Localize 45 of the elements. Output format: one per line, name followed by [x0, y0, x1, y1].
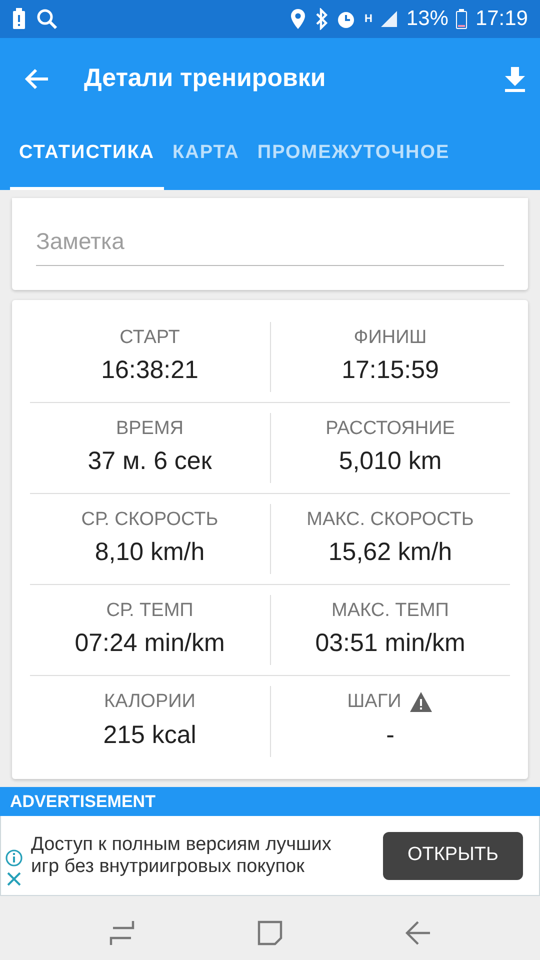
stat-value: 16:38:21 [101, 355, 198, 386]
network-type-label: H [364, 12, 372, 27]
note-card[interactable]: Заметка [12, 198, 528, 290]
stat-label: ФИНИШ [354, 326, 427, 350]
stat-value: 15,62 km/h [328, 537, 452, 568]
ad-text: Доступ к полным версиям лучших игр без внутриигровых покупок [31, 834, 332, 878]
stat-label: СР. СКОРОСТЬ [81, 508, 218, 532]
battery-percent: 13% [406, 6, 448, 32]
stat-value: 8,10 km/h [94, 537, 205, 568]
tab[interactable]: СТАТИСТИКА [10, 120, 164, 190]
recent-apps-icon[interactable] [109, 920, 135, 946]
stat-value: 03:51 min/km [315, 628, 466, 659]
stat-label: ШАГИ [347, 690, 402, 714]
stat-label: ВРЕМЯ [116, 416, 184, 440]
signal-icon [380, 10, 398, 28]
search-icon [36, 8, 58, 30]
stat-label: МАКС. ТЕМП [332, 598, 449, 622]
back-arrow-icon[interactable] [24, 67, 50, 91]
stat-label: МАКС. СКОРОСТЬ [306, 508, 474, 532]
status-time: 17:19 [475, 6, 528, 32]
stat-label: СТАРТ [120, 326, 180, 350]
download-icon[interactable] [504, 66, 526, 92]
bluetooth-icon [314, 8, 328, 30]
battery-icon [456, 9, 468, 29]
ad-header: ADVERTISEMENT [0, 786, 540, 816]
stat-value: 37 м. 6 сек [88, 446, 212, 477]
stat-value: 215 kcal [103, 720, 196, 750]
battery-alert-icon [12, 8, 26, 30]
stat-label: КАЛОРИИ [104, 690, 196, 714]
stat-value: - [386, 720, 394, 750]
alarm-icon [336, 9, 356, 29]
stat-value: 17:15:59 [342, 355, 439, 386]
screen-title: Детали тренировки [84, 63, 327, 94]
back-icon[interactable] [405, 920, 431, 946]
stat-label: РАССТОЯНИЕ [326, 416, 455, 440]
home-icon[interactable] [257, 920, 283, 946]
info-icon[interactable] [5, 848, 23, 866]
stat-value: 07:24 min/km [74, 628, 225, 659]
stat-label: СР. ТЕМП [106, 598, 194, 622]
tab[interactable]: КАРТА [164, 120, 248, 190]
stat-value: 5,010 km [338, 446, 442, 477]
tab[interactable]: ПРОМЕЖУТОЧНОЕ [248, 120, 459, 190]
open-button[interactable]: ОТКРЫТЬ [383, 832, 523, 880]
close-icon[interactable] [6, 870, 22, 886]
location-icon [290, 8, 306, 30]
